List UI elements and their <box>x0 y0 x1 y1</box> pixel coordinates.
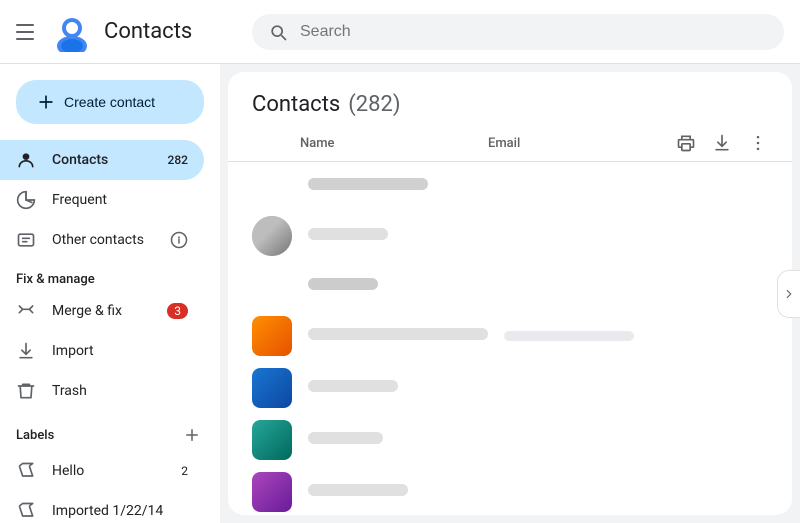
col-email-header: Email <box>488 136 668 151</box>
more-options-icon[interactable] <box>748 133 768 153</box>
contacts-list <box>228 162 792 515</box>
search-icon <box>268 22 288 42</box>
sidebar-item-frequent[interactable]: Frequent <box>0 180 204 220</box>
other-contacts-icon <box>16 230 36 250</box>
label-imported-icon <box>16 501 36 521</box>
table-row[interactable] <box>228 210 792 262</box>
sidebar-item-trash[interactable]: Trash <box>0 371 204 411</box>
sidebar-toggle-button[interactable] <box>777 270 800 318</box>
contacts-header: Contacts (282) <box>228 72 792 125</box>
sidebar-item-merge[interactable]: Merge & fix 3 <box>0 291 204 331</box>
contact-avatar <box>252 316 292 356</box>
merge-icon <box>16 301 36 321</box>
menu-icon[interactable] <box>16 20 40 44</box>
table-row[interactable] <box>228 466 792 515</box>
main-layout: Create contact Contacts 282 Frequent <box>0 64 800 523</box>
app-header: Contacts <box>0 0 800 64</box>
merge-badge: 3 <box>167 303 188 319</box>
search-bar[interactable] <box>252 14 784 50</box>
app-title: Contacts <box>104 19 192 44</box>
table-row[interactable] <box>228 310 792 362</box>
import-icon <box>16 341 36 361</box>
table-row[interactable] <box>228 162 792 210</box>
contact-avatar <box>252 216 292 256</box>
table-row[interactable] <box>228 362 792 414</box>
frequent-icon <box>16 190 36 210</box>
main-content: Contacts (282) Name Email <box>228 72 792 515</box>
sidebar-item-label-imported[interactable]: Imported 1/22/14 <box>0 491 204 523</box>
contact-avatar <box>252 368 292 408</box>
plus-icon <box>36 92 56 112</box>
label-hello-icon <box>16 461 36 481</box>
export-icon[interactable] <box>712 133 732 153</box>
app-logo <box>52 12 92 52</box>
col-name-header: Name <box>300 136 480 151</box>
contacts-title: Contacts <box>252 92 340 117</box>
contacts-count: (282) <box>348 92 400 117</box>
contact-avatar <box>252 420 292 460</box>
contact-name-cell <box>308 328 488 344</box>
search-input[interactable] <box>300 23 768 41</box>
trash-icon <box>16 381 36 401</box>
sidebar-item-import[interactable]: Import <box>0 331 204 371</box>
table-row[interactable] <box>228 414 792 466</box>
labels-section-header: Labels <box>0 411 220 451</box>
sidebar-item-contacts[interactable]: Contacts 282 <box>0 140 204 180</box>
table-actions <box>676 133 768 153</box>
contact-avatar <box>252 472 292 512</box>
contact-name-cell <box>308 484 482 500</box>
create-contact-button[interactable]: Create contact <box>16 80 204 124</box>
print-icon[interactable] <box>676 133 696 153</box>
table-header: Name Email <box>228 125 792 162</box>
sidebar-item-label-hello[interactable]: Hello 2 <box>0 451 204 491</box>
table-row[interactable] <box>228 262 792 310</box>
sidebar: Create contact Contacts 282 Frequent <box>0 64 220 523</box>
fix-manage-label: Fix & manage <box>0 260 220 291</box>
contact-name-cell <box>308 278 482 294</box>
contact-name-cell <box>308 432 482 448</box>
contact-name-cell <box>308 380 482 396</box>
contact-name-cell <box>308 178 482 194</box>
contacts-icon <box>16 150 36 170</box>
sidebar-item-other-contacts[interactable]: Other contacts <box>0 220 204 260</box>
add-label-button[interactable] <box>180 423 204 447</box>
header-left: Contacts <box>16 12 236 52</box>
contact-name-cell <box>308 228 482 244</box>
other-contacts-info-icon[interactable] <box>170 231 188 249</box>
labels-label: Labels <box>16 428 180 443</box>
